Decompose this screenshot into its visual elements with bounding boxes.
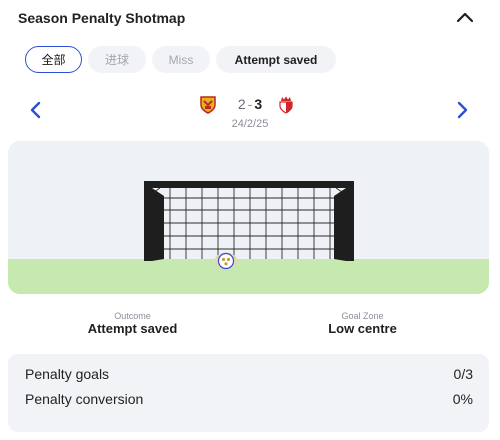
penalty-goals-value: 0/3 xyxy=(453,366,473,382)
match-info: 2-3 24/2/25 xyxy=(190,94,310,134)
outcome-block: Outcome Attempt saved xyxy=(60,311,205,337)
away-score: 3 xyxy=(254,96,263,112)
penalty-goals-label: Penalty goals xyxy=(25,366,110,382)
outcome-value: Attempt saved xyxy=(87,321,178,336)
goal-net xyxy=(144,181,354,261)
outcome-label: Outcome xyxy=(114,311,151,321)
filter-all-chip[interactable]: 全部 xyxy=(25,46,82,73)
filter-goals-chip[interactable]: 进球 xyxy=(88,46,146,73)
match-date: 24/2/25 xyxy=(231,118,269,130)
rc-lens-crest-icon xyxy=(200,96,216,114)
chevron-right-icon[interactable] xyxy=(452,98,472,122)
chevron-left-icon[interactable] xyxy=(26,98,46,122)
chevron-up-icon[interactable] xyxy=(452,6,478,30)
as-monaco-crest-icon xyxy=(278,96,294,114)
stat-row: Penalty goals 0/3 xyxy=(25,366,473,386)
penalty-conversion-value: 0% xyxy=(452,391,473,407)
match-score: 2-3 xyxy=(230,96,270,112)
score-separator: - xyxy=(247,96,253,112)
card-header: Season Penalty Shotmap xyxy=(0,0,500,36)
penalty-stats: Penalty goals 0/3 Penalty conversion 0% xyxy=(8,354,489,432)
goal-zone-label: Goal Zone xyxy=(341,311,384,321)
stat-row: Penalty conversion 0% xyxy=(25,391,473,411)
filter-chips: 全部 进球 Miss Attempt saved xyxy=(25,46,336,74)
filter-miss-chip[interactable]: Miss xyxy=(152,46,210,73)
home-score: 2 xyxy=(237,96,246,112)
goal-zone-value: Low centre xyxy=(328,321,397,336)
goal-zone-block: Goal Zone Low centre xyxy=(290,311,435,337)
football-icon xyxy=(213,251,239,271)
penalty-conversion-label: Penalty conversion xyxy=(25,391,144,407)
filter-attempt-saved-chip[interactable]: Attempt saved xyxy=(216,46,336,73)
goal-view xyxy=(8,141,489,294)
card-title: Season Penalty Shotmap xyxy=(18,10,186,26)
